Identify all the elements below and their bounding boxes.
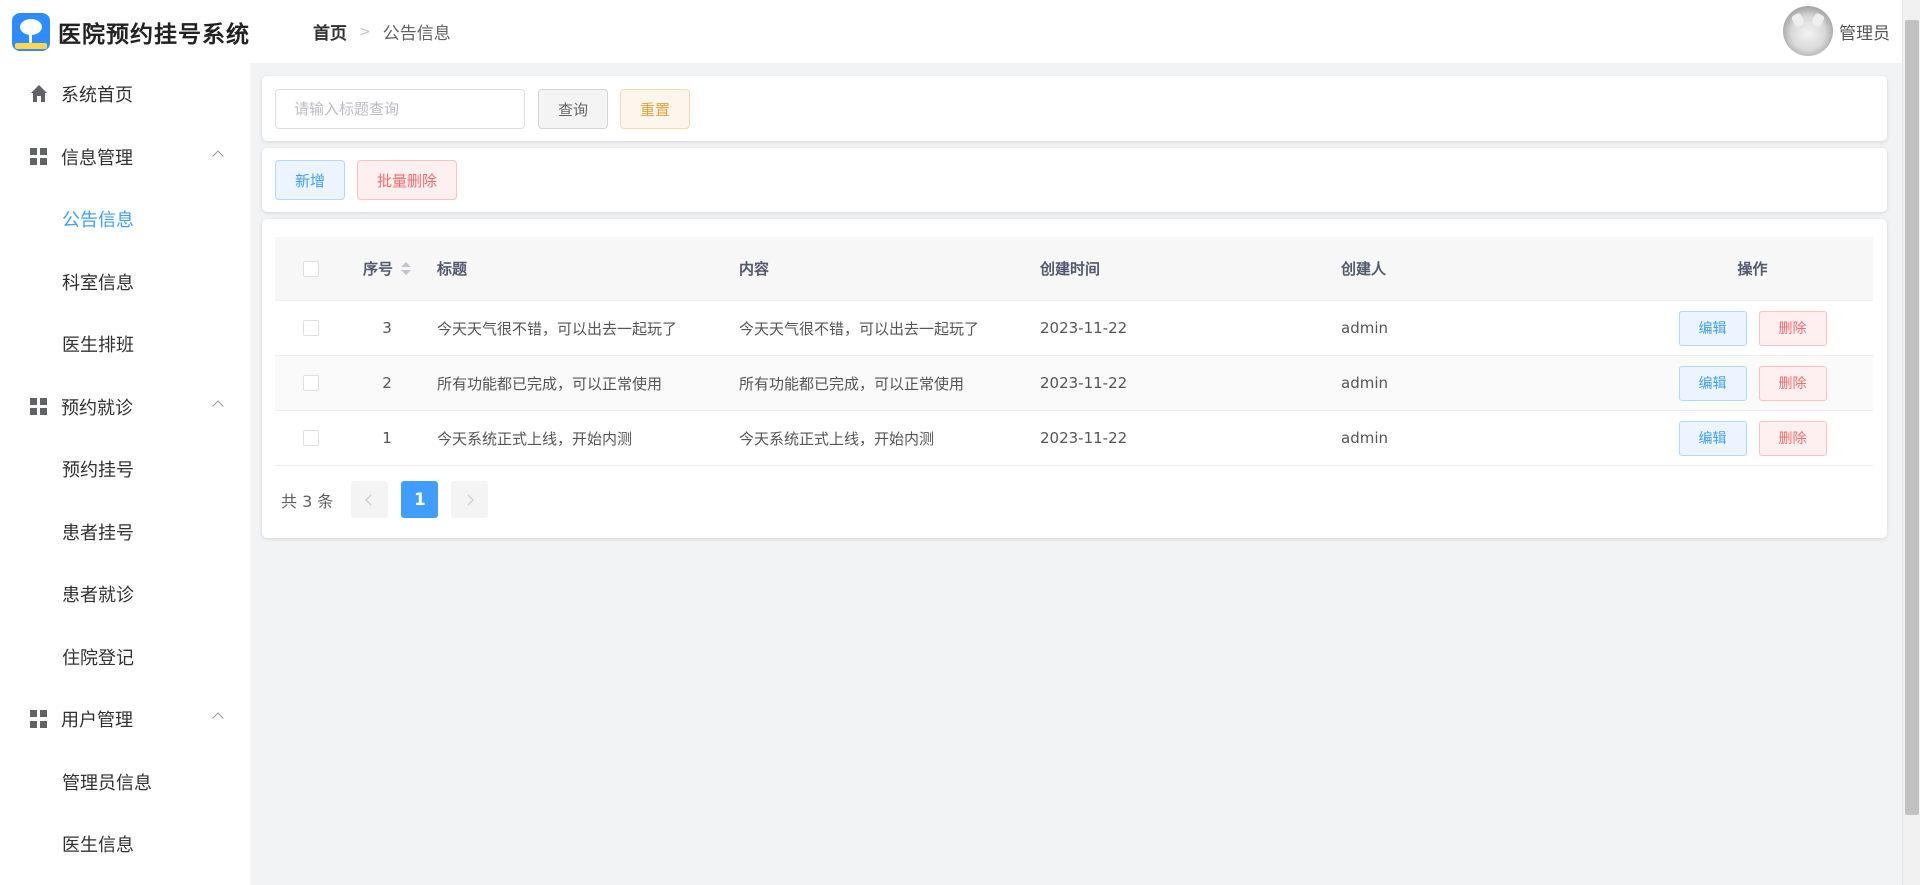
reset-button[interactable]: 重置 [620, 89, 690, 129]
cell-index: 3 [382, 319, 392, 337]
sidebar-item-label: 科室信息 [62, 272, 134, 294]
sidebar-group-user-management[interactable]: 用户管理 [0, 688, 250, 751]
select-all-checkbox[interactable] [303, 260, 319, 277]
cell-title: 今天天气很不错，可以出去一起玩了 [437, 319, 678, 338]
cell-created-time: 2023-11-22 [1040, 374, 1128, 392]
column-header-created-time: 创建时间 [1040, 260, 1101, 278]
column-header-content: 内容 [739, 260, 770, 278]
avatar[interactable] [1783, 6, 1833, 56]
sidebar-item-appointment-register[interactable]: 预约挂号 [0, 438, 250, 501]
search-input[interactable] [275, 89, 525, 129]
sidebar-item-label: 患者就诊 [62, 585, 134, 607]
cell-creator: admin [1341, 319, 1388, 337]
sidebar-item-admin-info[interactable]: 管理员信息 [0, 751, 250, 814]
grid-icon [30, 710, 48, 728]
query-button[interactable]: 查询 [538, 89, 608, 129]
edit-button[interactable]: 编辑 [1678, 420, 1747, 456]
sidebar-group-label: 信息管理 [61, 147, 133, 169]
sidebar-item-label: 医生信息 [62, 835, 134, 857]
home-icon [30, 85, 48, 103]
grid-icon [30, 147, 48, 166]
app-title: 医院预约挂号系统 [58, 21, 250, 48]
delete-button[interactable]: 删除 [1758, 310, 1827, 346]
table-row: 3 今天天气很不错，可以出去一起玩了 今天天气很不错，可以出去一起玩了 2023… [275, 301, 1873, 356]
delete-button[interactable]: 删除 [1758, 420, 1827, 456]
cell-index: 2 [382, 374, 392, 392]
sidebar-item-patient-register[interactable]: 患者挂号 [0, 501, 250, 564]
cell-content: 今天系统正式上线，开始内测 [739, 429, 935, 448]
column-header-ops: 操作 [1737, 260, 1768, 278]
edit-button[interactable]: 编辑 [1678, 365, 1747, 401]
cell-content: 所有功能都已完成，可以正常使用 [739, 374, 965, 393]
sidebar-item-hospitalization[interactable]: 住院登记 [0, 626, 250, 689]
batch-delete-button[interactable]: 批量删除 [357, 160, 457, 200]
sort-caret-icon[interactable] [401, 262, 411, 275]
grid-icon [30, 397, 48, 416]
page-scrollbar[interactable] [1902, 0, 1920, 885]
sidebar-item-doctor-schedule[interactable]: 医生排班 [0, 313, 250, 376]
actions-card: 新增 批量删除 [262, 148, 1887, 212]
sidebar-item-label: 系统首页 [61, 85, 133, 107]
row-checkbox[interactable] [303, 375, 319, 391]
delete-button[interactable]: 删除 [1758, 365, 1827, 401]
chevron-up-icon [212, 712, 224, 724]
sidebar-item-notice[interactable]: 公告信息 [0, 188, 250, 251]
cell-creator: admin [1341, 374, 1388, 392]
sidebar-item-label: 管理员信息 [62, 772, 152, 794]
sidebar-item-home[interactable]: 系统首页 [0, 63, 250, 126]
sidebar-group-appointment[interactable]: 预约就诊 [0, 376, 250, 439]
chevron-left-icon [365, 493, 378, 506]
edit-button[interactable]: 编辑 [1678, 310, 1747, 346]
sidebar: 系统首页 信息管理 公告信息 科室信息 医生排班 预约就诊 预约挂号 患者挂号 … [0, 63, 250, 885]
cell-created-time: 2023-11-22 [1040, 319, 1128, 337]
scrollbar-thumb[interactable] [1905, 20, 1919, 815]
pagination: 共 3 条 1 [281, 481, 501, 518]
sidebar-item-doctor-info[interactable]: 医生信息 [0, 813, 250, 876]
sidebar-item-department[interactable]: 科室信息 [0, 251, 250, 314]
sidebar-item-label: 公告信息 [62, 210, 134, 232]
next-page-button[interactable] [451, 481, 489, 518]
app-logo-icon [12, 12, 50, 51]
column-header-title: 标题 [437, 260, 468, 278]
cell-created-time: 2023-11-22 [1040, 429, 1128, 447]
sidebar-item-patient-visit[interactable]: 患者就诊 [0, 563, 250, 626]
page-number-button[interactable]: 1 [401, 481, 439, 518]
chevron-up-icon [212, 149, 224, 162]
chevron-up-icon [212, 399, 224, 412]
user-name[interactable]: 管理员 [1839, 19, 1890, 44]
logo-area: 医院预约挂号系统 [0, 12, 313, 51]
sidebar-item-label: 患者挂号 [62, 522, 134, 544]
table-row: 2 所有功能都已完成，可以正常使用 所有功能都已完成，可以正常使用 2023-1… [275, 356, 1873, 411]
table-card: 序号 标题 内容 创建时间 创建人 操作 3 今天天气很不错，可以出去一起玩了 … [262, 219, 1887, 538]
sidebar-item-label: 住院登记 [62, 647, 134, 669]
search-card: 查询 重置 [262, 76, 1887, 141]
sidebar-group-label: 预约就诊 [61, 397, 133, 419]
sidebar-item-label: 预约挂号 [62, 460, 134, 482]
notice-table: 序号 标题 内容 创建时间 创建人 操作 3 今天天气很不错，可以出去一起玩了 … [275, 237, 1873, 466]
prev-page-button[interactable] [351, 481, 389, 518]
user-menu[interactable]: 管理员 [1783, 6, 1890, 56]
sidebar-group-label: 用户管理 [61, 710, 133, 732]
breadcrumb-home[interactable]: 首页 [313, 19, 347, 44]
cell-title: 今天系统正式上线，开始内测 [437, 429, 633, 448]
cell-title: 所有功能都已完成，可以正常使用 [437, 374, 663, 393]
pagination-total: 共 3 条 [281, 491, 334, 511]
chevron-right-icon [462, 493, 475, 506]
table-row: 1 今天系统正式上线，开始内测 今天系统正式上线，开始内测 2023-11-22… [275, 411, 1873, 466]
cell-creator: admin [1341, 429, 1388, 447]
breadcrumb: 首页 > 公告信息 [313, 19, 451, 45]
column-header-index[interactable]: 序号 [347, 258, 427, 279]
table-header: 序号 标题 内容 创建时间 创建人 操作 [275, 237, 1873, 301]
top-header: 医院预约挂号系统 首页 > 公告信息 管理员 [0, 0, 1902, 63]
add-button[interactable]: 新增 [275, 160, 345, 200]
row-checkbox[interactable] [303, 430, 319, 446]
sidebar-item-label: 医生排班 [62, 335, 134, 357]
cell-index: 1 [382, 429, 392, 447]
sidebar-group-info-management[interactable]: 信息管理 [0, 126, 250, 189]
column-header-creator: 创建人 [1341, 260, 1387, 278]
breadcrumb-separator-icon: > [359, 23, 371, 40]
breadcrumb-current: 公告信息 [382, 24, 451, 44]
row-checkbox[interactable] [303, 320, 319, 336]
cell-content: 今天天气很不错，可以出去一起玩了 [739, 319, 980, 338]
